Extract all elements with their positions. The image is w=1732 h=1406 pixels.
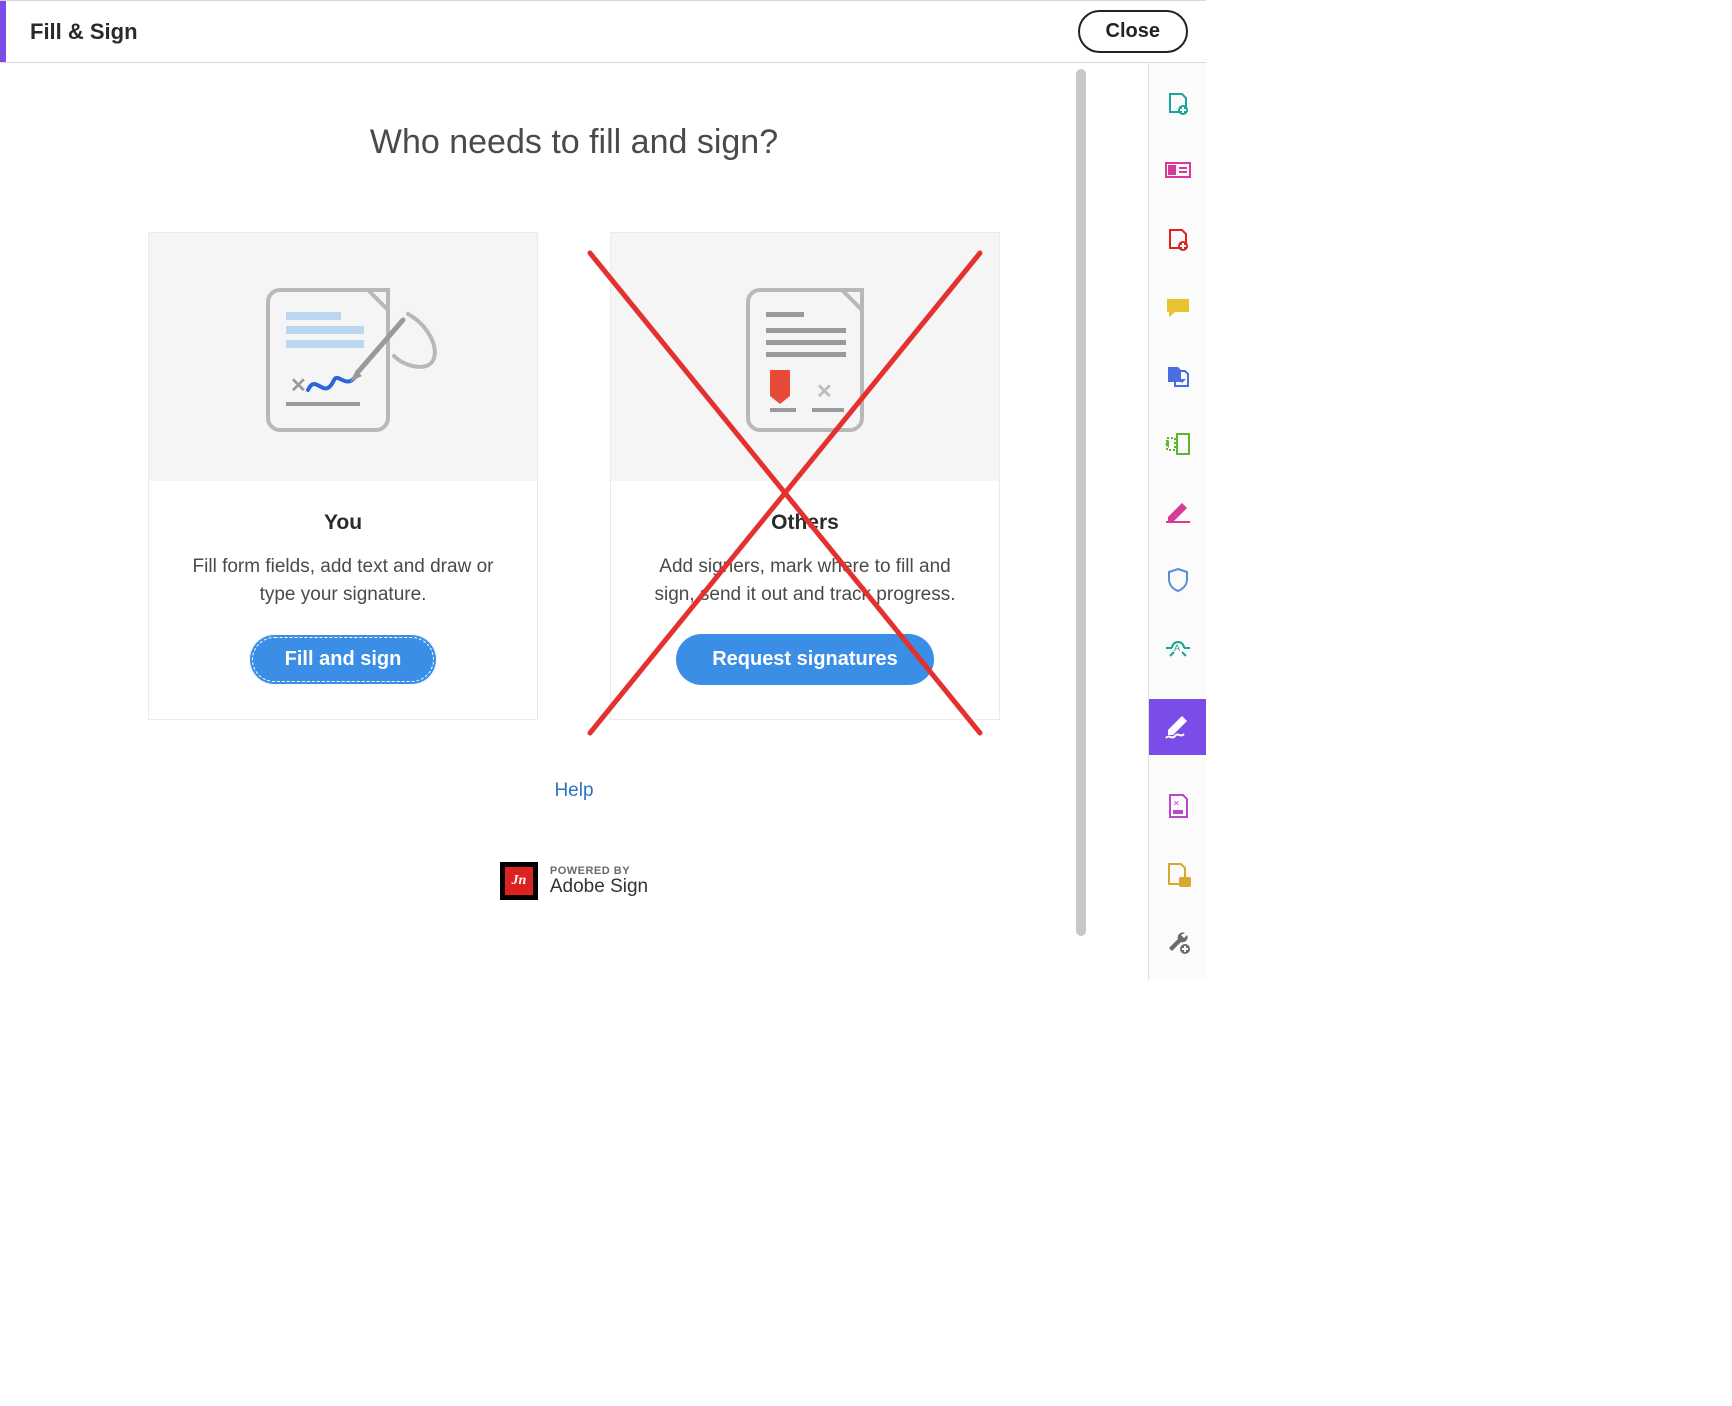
adobe-sign-logo-icon: Jn — [500, 862, 538, 900]
powered-by-label: POWERED BY — [550, 865, 648, 877]
create-pdf-icon[interactable] — [1149, 223, 1207, 257]
active-tool-indicator — [0, 1, 6, 62]
more-tools-icon[interactable] — [1149, 925, 1207, 959]
redact-icon[interactable]: ✕ — [1149, 789, 1207, 823]
card-you-illustration: ✕ — [149, 233, 537, 481]
card-others-desc: Add signers, mark where to fill and sign… — [639, 553, 971, 608]
page-heading: Who needs to fill and sign? — [370, 123, 778, 162]
svg-text:✕: ✕ — [816, 381, 833, 403]
topbar: Fill & Sign Close — [0, 1, 1206, 63]
close-button[interactable]: Close — [1078, 10, 1188, 53]
scrollbar-thumb[interactable] — [1076, 69, 1086, 936]
powered-by: Jn POWERED BY Adobe Sign — [500, 862, 648, 900]
help-link[interactable]: Help — [554, 780, 593, 802]
card-others[interactable]: ✕ Others Add signers, mark where to fill… — [610, 232, 1000, 720]
main-panel: Who needs to fill and sign? ✕ — [0, 63, 1148, 980]
topbar-left: Fill & Sign — [0, 1, 138, 62]
compare-icon[interactable] — [1149, 857, 1207, 891]
scrollbar[interactable] — [1074, 67, 1088, 976]
card-you[interactable]: ✕ You Fill form fields, add t — [148, 232, 538, 720]
adobe-sign-label: Adobe Sign — [550, 877, 648, 898]
card-others-illustration: ✕ — [611, 233, 999, 481]
svg-text:✕: ✕ — [290, 375, 307, 397]
card-you-title: You — [177, 511, 509, 535]
option-cards: ✕ You Fill form fields, add t — [148, 232, 1000, 720]
sign-document-icon: ✕ — [238, 272, 448, 442]
organize-pages-icon[interactable] — [1149, 427, 1207, 461]
card-you-desc: Fill form fields, add text and draw or t… — [177, 553, 509, 608]
comment-icon[interactable] — [1149, 291, 1207, 325]
card-others-title: Others — [639, 511, 971, 535]
tool-title: Fill & Sign — [30, 19, 138, 45]
edit-text-icon[interactable] — [1149, 155, 1207, 189]
request-document-icon: ✕ — [720, 272, 890, 442]
protect-icon[interactable] — [1149, 563, 1207, 597]
stamp-icon[interactable]: A — [1149, 631, 1207, 665]
fill-and-sign-button[interactable]: Fill and sign — [249, 634, 438, 685]
request-signatures-button[interactable]: Request signatures — [676, 634, 934, 685]
svg-text:A: A — [1174, 643, 1180, 653]
export-pdf-icon[interactable] — [1149, 87, 1207, 121]
fill-sign-icon[interactable] — [1149, 495, 1207, 529]
svg-text:✕: ✕ — [1173, 799, 1180, 808]
combine-files-icon[interactable] — [1149, 359, 1207, 393]
sign-active-icon[interactable] — [1149, 699, 1207, 755]
tools-rail: A ✕ — [1148, 63, 1206, 980]
